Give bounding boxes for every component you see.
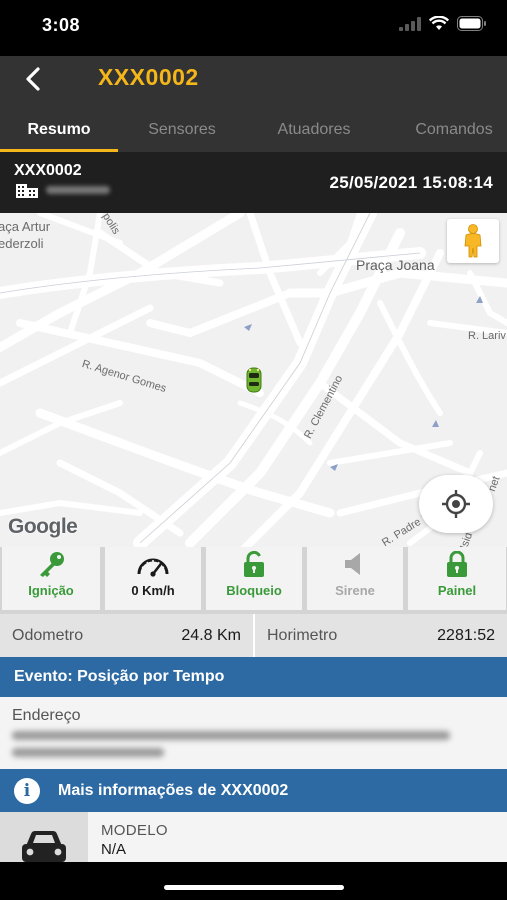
status-bar: 3:08 <box>0 0 507 56</box>
address-redacted <box>12 731 450 740</box>
company-row <box>16 182 110 198</box>
google-logo: Google <box>8 515 78 538</box>
tab-atuadores[interactable]: Atuadores <box>255 108 373 152</box>
page-title: XXX0002 <box>98 64 199 90</box>
tab-sensores[interactable]: Sensores <box>123 108 241 152</box>
lock-icon <box>447 551 467 577</box>
tab-comandos[interactable]: Comandos <box>395 108 507 152</box>
address-label: Endereço <box>12 707 81 724</box>
building-icon <box>16 184 38 198</box>
hourmeter-value: 2281:52 <box>437 626 495 644</box>
vehicle-plate: XXX0002 <box>14 162 82 179</box>
more-info-bar[interactable]: i Mais informações de XXX0002 <box>0 769 507 812</box>
event-bar: Evento: Posição por Tempo <box>0 657 507 697</box>
status-label: Bloqueio <box>226 583 282 598</box>
status-label: Ignição <box>28 583 74 598</box>
battery-icon <box>457 16 486 31</box>
unlock-icon <box>244 551 264 577</box>
car-icon-box <box>0 812 88 862</box>
status-lock[interactable]: Bloqueio <box>206 547 302 610</box>
key-icon <box>40 552 64 577</box>
speaker-icon <box>345 553 360 575</box>
status-icons <box>399 16 487 31</box>
map-label: ederzoli <box>0 236 44 251</box>
map-label: aça Artur <box>0 219 51 234</box>
map-label: R. Lariv <box>468 330 506 342</box>
wifi-icon <box>429 16 449 30</box>
vehicle-status-row: Ignição 0 Km/h Bloqueio Sirene Painel <box>0 547 507 614</box>
my-location-button[interactable] <box>419 475 493 533</box>
back-arrow-icon <box>26 67 40 91</box>
signal-icon <box>399 16 421 31</box>
status-panel[interactable]: Painel <box>408 547 506 610</box>
status-label: Sirene <box>335 583 375 598</box>
model-block: MODELO N/A <box>0 812 507 862</box>
tab-resumo[interactable]: Resumo <box>0 108 118 152</box>
map-label: Praça Joana <box>356 257 435 273</box>
event-text: Evento: Posição por Tempo <box>14 668 225 685</box>
status-speed[interactable]: 0 Km/h <box>105 547 201 610</box>
status-time: 3:08 <box>42 15 81 35</box>
status-label: Painel <box>437 583 477 598</box>
street-view-button[interactable] <box>447 219 499 263</box>
address-redacted <box>12 748 164 757</box>
vehicle-info-bar: XXX0002 25/05/2021 15:08:14 <box>0 152 507 213</box>
map-view[interactable]: aça Artur ederzoli Praça Joana R. Agenor… <box>0 213 507 547</box>
home-area <box>0 862 507 900</box>
tab-bar: Resumo Sensores Atuadores Comandos <box>0 108 507 152</box>
status-ignition[interactable]: Ignição <box>2 547 100 610</box>
home-indicator[interactable] <box>164 885 344 890</box>
address-block: Endereço <box>0 697 507 769</box>
hourmeter-label: Horimetro <box>267 626 338 644</box>
odometer-value: 24.8 Km <box>181 626 241 644</box>
pegman-icon <box>464 224 482 258</box>
model-label: MODELO <box>101 822 168 839</box>
status-label: 0 Km/h <box>131 583 175 598</box>
info-icon: i <box>14 777 40 804</box>
odometer-cell: Odometro 24.8 Km <box>0 614 253 657</box>
car-top-icon <box>246 367 262 393</box>
speedometer-icon <box>137 558 169 577</box>
app-header: XXX0002 Resumo Sensores Atuadores Comand… <box>0 56 507 152</box>
vehicle-marker[interactable] <box>246 367 262 398</box>
car-icon <box>22 831 66 862</box>
back-button[interactable] <box>18 62 48 96</box>
model-value: N/A <box>101 841 127 858</box>
meters-row: Odometro 24.8 Km Horimetro 2281:52 <box>0 614 507 657</box>
last-update-datetime: 25/05/2021 15:08:14 <box>329 173 493 192</box>
crosshair-icon <box>442 490 470 518</box>
odometer-label: Odometro <box>12 626 84 644</box>
status-siren[interactable]: Sirene <box>307 547 403 610</box>
hourmeter-cell: Horimetro 2281:52 <box>255 614 507 657</box>
more-info-text: Mais informações de XXX0002 <box>58 781 289 799</box>
company-name-redacted <box>46 186 110 194</box>
